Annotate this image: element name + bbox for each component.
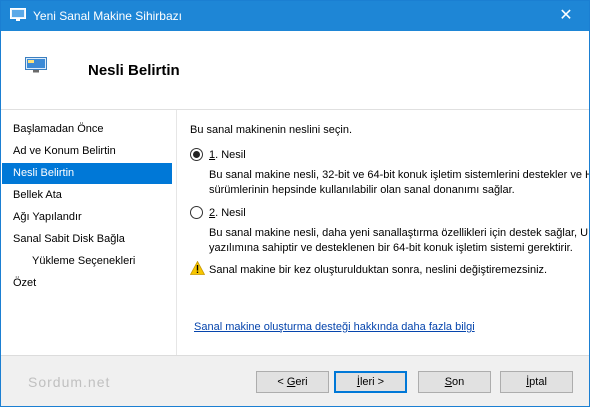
sordum-watermark: Sordum.net — [28, 374, 111, 390]
sidebar-item-before-you-begin[interactable]: Başlamadan Önce — [2, 119, 172, 140]
sidebar-item-name-location[interactable]: Ad ve Konum Belirtin — [2, 141, 172, 162]
generation-1-description: Bu sanal makine nesli, 32-bit ve 64-bit … — [209, 169, 590, 196]
sidebar-item-configure-network[interactable]: Ağı Yapılandır — [2, 207, 172, 228]
sidebar-item-summary[interactable]: Özet — [2, 273, 172, 294]
warning-icon — [190, 261, 205, 275]
page-title: Nesli Belirtin — [88, 62, 180, 79]
wizard-header: Nesli Belirtin — [1, 31, 589, 110]
generation-1-label[interactable]: 1. Nesil — [209, 149, 246, 161]
finish-button[interactable]: Son — [418, 371, 491, 393]
generation-1-radio[interactable] — [190, 148, 203, 161]
steps-sidebar: Başlamadan Önce Ad ve Konum Belirtin Nes… — [1, 110, 177, 355]
generation-2-label[interactable]: 2. Nesil — [209, 207, 246, 219]
generation-prompt: Bu sanal makinenin neslini seçin. — [190, 124, 353, 136]
radio-selected-dot — [193, 151, 200, 158]
close-icon: ✕ — [559, 7, 573, 24]
sidebar-item-connect-virtual-disk[interactable]: Sanal Sabit Disk Bağla — [2, 229, 172, 250]
wizard-window: Yeni Sanal Makine Sihirbazı ✕ Nesli Beli… — [0, 0, 590, 407]
sidebar-item-assign-memory[interactable]: Bellek Ata — [2, 185, 172, 206]
sidebar-item-installation-options[interactable]: Yükleme Seçenekleri — [2, 251, 172, 272]
sidebar-item-specify-generation[interactable]: Nesli Belirtin — [2, 163, 172, 184]
title-bar[interactable]: Yeni Sanal Makine Sihirbazı ✕ — [1, 1, 589, 31]
close-button[interactable]: ✕ — [543, 1, 589, 31]
main-content: Bu sanal makinenin neslini seçin. 1. Nes… — [177, 110, 589, 355]
back-button[interactable]: < Geri — [256, 371, 329, 393]
cancel-button[interactable]: İptal — [500, 371, 573, 393]
generation-2-radio[interactable] — [190, 206, 203, 219]
next-button[interactable]: İleri > — [334, 371, 407, 393]
window-title: Yeni Sanal Makine Sihirbazı — [33, 9, 182, 23]
hyper-v-app-icon — [10, 8, 26, 21]
button-bar: Sordum.net < Geri İleri > Son İptal — [1, 355, 589, 406]
monitor-icon — [25, 57, 47, 73]
generation-2-description: Bu sanal makine nesli, daha yeni sanalla… — [209, 227, 590, 254]
generation-warning: Sanal makine bir kez oluşturulduktan son… — [209, 264, 548, 276]
help-link[interactable]: Sanal makine oluşturma desteği hakkında … — [194, 321, 475, 333]
